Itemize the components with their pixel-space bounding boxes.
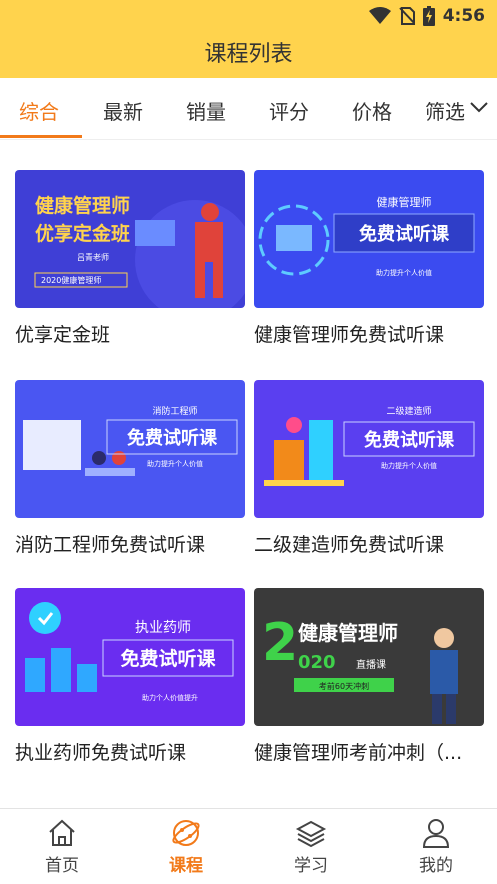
banner-tag: 助力提升个人价值 — [147, 459, 203, 468]
teacher-illustration — [434, 628, 454, 648]
banner-title: 执业药师 — [135, 620, 191, 636]
sort-tabs: 综合 最新 销量 评分 价格 筛选 — [0, 78, 497, 140]
nav-study[interactable]: 学习 — [266, 817, 356, 876]
nav-label: 学习 — [294, 856, 328, 876]
banner-subtitle: 免费试听课 — [127, 427, 218, 449]
battery-charging-icon — [422, 6, 435, 26]
course-title[interactable]: 健康管理师免费试听课 — [254, 320, 484, 347]
screen-illustration — [276, 225, 312, 251]
home-icon — [49, 819, 75, 846]
whiteboard-illustration — [23, 420, 81, 470]
course-title[interactable]: 消防工程师免费试听课 — [15, 530, 245, 557]
banner-subtitle: 优享定金班 — [35, 222, 130, 245]
tab-sales[interactable]: 销量 — [186, 96, 226, 125]
course-title[interactable]: 健康管理师考前冲刺（... — [254, 738, 484, 765]
course-card[interactable]: 二级建造师 免费试听课 助力提升个人价值 二级建造师免费试听课 — [254, 380, 484, 557]
course-banner[interactable]: 健康管理师 优享定金班 吕青老师 2020健康管理师 — [15, 170, 245, 308]
active-tab-indicator — [0, 135, 82, 138]
app-header: 4:56 课程列表 — [0, 0, 497, 78]
nav-home[interactable]: 首页 — [17, 817, 107, 876]
course-banner[interactable]: 消防工程师 免费试听课 助力提升个人价值 — [15, 380, 245, 518]
banner-title: 二级建造师 — [386, 405, 431, 417]
course-banner[interactable]: 健康管理师 免费试听课 助力提升个人价值 — [254, 170, 484, 308]
course-banner[interactable]: 2 健康管理师 020 直播课 考前60天冲刺 — [254, 588, 484, 726]
tab-filter[interactable]: 筛选 — [425, 96, 465, 125]
nav-label: 首页 — [45, 856, 79, 876]
course-card[interactable]: 执业药师 免费试听课 助力个人价值提升 执业药师免费试听课 — [15, 588, 245, 765]
course-title[interactable]: 优享定金班 — [15, 320, 245, 347]
banner-tag: 助力提升个人价值 — [376, 268, 432, 277]
course-card[interactable]: 健康管理师 免费试听课 助力提升个人价值 健康管理师免费试听课 — [254, 170, 484, 347]
banner-tag: 考前60天冲刺 — [319, 681, 369, 691]
banner-subtitle: 免费试听课 — [359, 223, 450, 245]
banner-title: 健康管理师 — [377, 195, 432, 209]
banner-tag: 助力提升个人价值 — [381, 461, 437, 470]
course-title[interactable]: 执业药师免费试听课 — [15, 738, 245, 765]
banner-title: 健康管理师 — [35, 194, 130, 217]
banner-title: 消防工程师 — [152, 405, 197, 417]
nav-me[interactable]: 我的 — [391, 817, 481, 876]
course-banner[interactable]: 二级建造师 免费试听课 助力提升个人价值 — [254, 380, 484, 518]
laptop-illustration — [135, 220, 175, 246]
status-bar: 4:56 — [368, 6, 485, 26]
banner-subtitle: 免费试听课 — [120, 647, 216, 670]
banner-tag: 2020健康管理师 — [41, 275, 101, 285]
tab-rating[interactable]: 评分 — [269, 96, 309, 125]
chevron-down-icon[interactable] — [470, 101, 488, 113]
banner-subtitle: 免费试听课 — [364, 429, 455, 451]
course-card[interactable]: 消防工程师 免费试听课 助力提升个人价值 消防工程师免费试听课 — [15, 380, 245, 557]
bottom-nav: 首页 课程 学习 我的 — [0, 808, 497, 884]
tab-newest[interactable]: 最新 — [103, 96, 143, 125]
layers-icon — [295, 820, 327, 848]
course-banner[interactable]: 执业药师 免费试听课 助力个人价值提升 — [15, 588, 245, 726]
course-card[interactable]: 健康管理师 优享定金班 吕青老师 2020健康管理师 优享定金班 — [15, 170, 245, 347]
planet-icon — [172, 820, 200, 846]
page-title: 课程列表 — [204, 42, 293, 67]
wifi-icon — [368, 7, 391, 24]
nav-courses[interactable]: 课程 — [141, 817, 231, 876]
nav-label: 我的 — [419, 856, 453, 876]
banner-teacher: 吕青老师 — [77, 252, 109, 262]
no-sim-icon — [398, 7, 415, 25]
tab-price[interactable]: 价格 — [352, 96, 392, 125]
nav-label: 课程 — [169, 856, 203, 876]
banner-year-digit: 2 — [262, 613, 298, 673]
user-icon — [422, 819, 450, 848]
banner-tag: 助力个人价值提升 — [142, 693, 198, 702]
shield-icon — [29, 602, 61, 634]
status-time: 4:56 — [442, 6, 485, 26]
banner-year: 020 — [298, 652, 336, 673]
course-card[interactable]: 2 健康管理师 020 直播课 考前60天冲刺 健康管理师考前冲刺（... — [254, 588, 484, 765]
banner-live-tag: 直播课 — [356, 658, 386, 671]
tab-comprehensive[interactable]: 综合 — [19, 96, 59, 125]
banner-title: 健康管理师 — [298, 621, 398, 645]
people-illustration — [286, 417, 302, 433]
course-title[interactable]: 二级建造师免费试听课 — [254, 530, 484, 557]
